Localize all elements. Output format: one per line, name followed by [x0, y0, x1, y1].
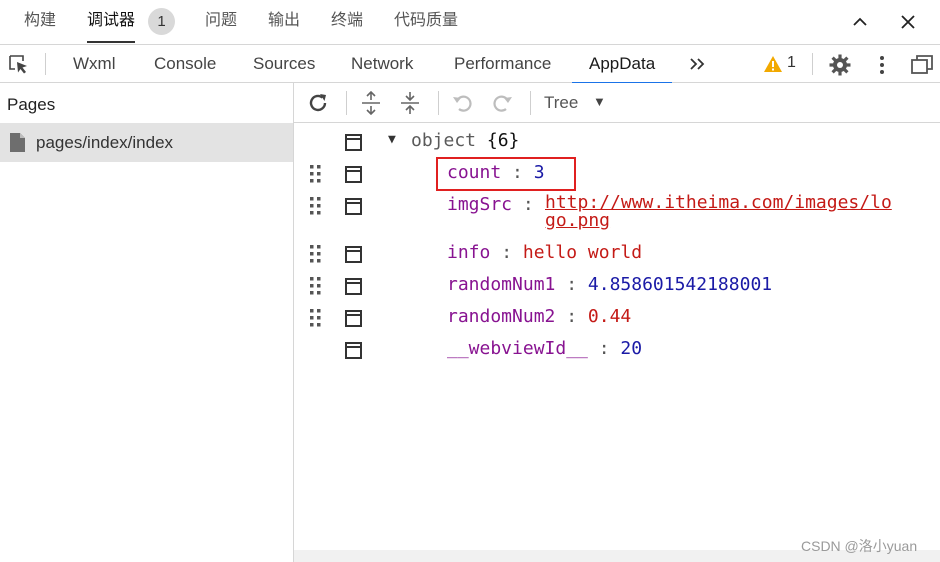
tree-value[interactable]: 0.44	[588, 306, 631, 327]
root-count: {6}	[486, 130, 520, 151]
tree-key[interactable]: randomNum2	[447, 306, 555, 327]
tab-appdata[interactable]: AppData	[571, 53, 673, 85]
view-mode-select[interactable]: Tree	[544, 93, 578, 113]
pages-panel: Pages pages/index/index	[0, 83, 294, 562]
drag-handle-icon[interactable]	[308, 195, 322, 217]
tree-row-imgsrc: imgSrc : http://www.itheima.com/images/l…	[294, 190, 940, 238]
tab-code-quality[interactable]: 代码质量	[394, 10, 458, 32]
tree-key[interactable]: randomNum1	[447, 274, 555, 295]
warning-count[interactable]: 1	[787, 54, 796, 72]
gear-icon[interactable]	[828, 53, 852, 77]
refresh-icon[interactable]	[306, 91, 330, 115]
toolbar-divider	[812, 53, 813, 75]
devtools-toolbar: Wxml Console Sources Network Performance…	[0, 44, 940, 85]
tab-wxml[interactable]: Wxml	[73, 53, 115, 75]
tree-row-count: count : 3	[294, 158, 940, 190]
drag-handle-icon[interactable]	[308, 163, 322, 185]
tree-key[interactable]: count	[447, 162, 501, 183]
node-checkbox[interactable]	[345, 310, 362, 327]
node-checkbox[interactable]	[345, 342, 362, 359]
toolbar-divider	[438, 91, 439, 115]
tree-value[interactable]: 3	[534, 162, 545, 183]
watermark: CSDN @洛小yuan	[801, 538, 918, 554]
node-checkbox[interactable]	[345, 166, 362, 183]
more-tabs-chevron-icon[interactable]	[686, 53, 710, 77]
tree-value-link[interactable]: http://www.itheima.com/images/lo go.png	[545, 194, 892, 230]
tab-problems[interactable]: 问题	[205, 10, 237, 32]
tree-key[interactable]: info	[447, 242, 490, 263]
node-checkbox[interactable]	[345, 198, 362, 215]
tab-output[interactable]: 输出	[268, 10, 300, 32]
expand-caret-icon[interactable]: ▼	[388, 132, 396, 147]
appdata-tree: ▼ object {6} count : 3 imgSrc : http://w…	[294, 123, 940, 550]
toolbar-divider	[346, 91, 347, 115]
tab-terminal[interactable]: 终端	[331, 10, 363, 32]
pages-panel-title: Pages	[7, 95, 56, 114]
tab-console[interactable]: Console	[154, 53, 216, 75]
file-icon	[10, 133, 25, 152]
node-checkbox[interactable]	[345, 278, 362, 295]
dock-side-icon[interactable]	[910, 53, 934, 77]
collapse-all-icon[interactable]	[398, 91, 422, 115]
expand-all-icon[interactable]	[359, 90, 383, 116]
tree-row-randomnum1: randomNum1 : 4.858601542188001	[294, 270, 940, 302]
undo-icon[interactable]	[451, 91, 475, 115]
drag-handle-icon[interactable]	[308, 243, 322, 265]
drag-handle-icon[interactable]	[308, 307, 322, 329]
tab-debugger[interactable]: 调试器	[87, 10, 136, 43]
tab-build[interactable]: 构建	[24, 10, 56, 32]
redo-icon[interactable]	[490, 91, 514, 115]
tab-sources[interactable]: Sources	[253, 53, 315, 75]
node-checkbox[interactable]	[345, 134, 362, 151]
tree-row-webviewid: __webviewId__ : 20	[294, 334, 940, 366]
tree-row-info: info : hello world	[294, 238, 940, 270]
tree-key[interactable]: imgSrc	[447, 194, 512, 215]
tree-row-randomnum2: randomNum2 : 0.44	[294, 302, 940, 334]
inspect-element-icon[interactable]	[7, 53, 31, 77]
toolbar-divider	[45, 53, 46, 75]
tree-key[interactable]: __webviewId__	[447, 338, 588, 359]
debugger-count-badge: 1	[148, 8, 175, 35]
dropdown-caret-icon[interactable]: ▼	[593, 94, 606, 109]
close-icon[interactable]	[898, 12, 918, 32]
tree-value[interactable]: hello world	[523, 242, 642, 263]
toolbar-divider	[530, 91, 531, 115]
page-list-item[interactable]: pages/index/index	[0, 123, 293, 162]
drag-handle-icon[interactable]	[308, 275, 322, 297]
tree-value[interactable]: 20	[620, 338, 642, 359]
more-options-icon[interactable]	[870, 53, 894, 77]
top-tab-bar: 构建 调试器 1 问题 输出 终端 代码质量	[0, 0, 940, 44]
link-line-2[interactable]: go.png	[545, 210, 610, 231]
node-checkbox[interactable]	[345, 246, 362, 263]
root-type-label: object	[411, 130, 477, 151]
appdata-toolbar: Tree ▼	[294, 83, 940, 123]
tab-performance[interactable]: Performance	[454, 53, 551, 75]
warning-icon[interactable]	[763, 54, 783, 74]
page-path-label: pages/index/index	[36, 133, 174, 152]
tab-network[interactable]: Network	[351, 53, 413, 75]
tree-root-row: ▼ object {6}	[294, 126, 940, 158]
tree-value[interactable]: 4.858601542188001	[588, 274, 772, 295]
collapse-icon[interactable]	[850, 12, 870, 32]
